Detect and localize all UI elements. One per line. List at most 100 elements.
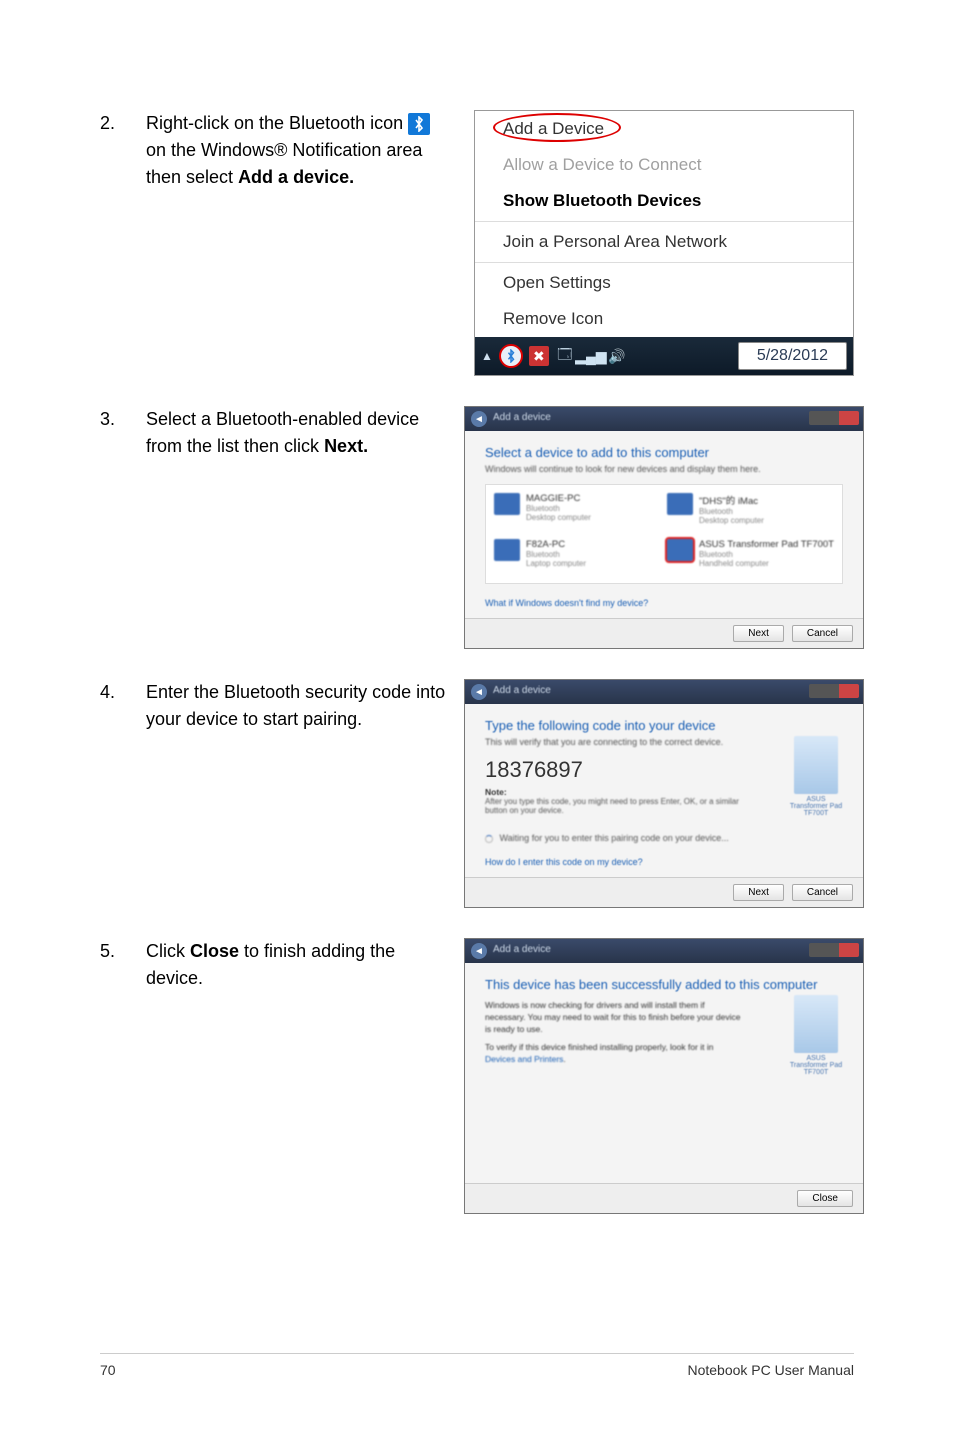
device-caption: ASUS Transformer Pad TF700T	[787, 796, 845, 817]
device-name: ASUS Transformer Pad TF700T	[699, 539, 834, 550]
help-link[interactable]: How do I enter this code on my device?	[485, 857, 843, 867]
device-image	[794, 736, 838, 794]
pair-dialog-screenshot: ◄ Add a device Type the following code i…	[464, 679, 864, 908]
bluetooth-icon	[408, 113, 430, 135]
battery-tray-icon[interactable]: 🗔	[555, 346, 575, 366]
device-kind: Handheld computer	[699, 559, 834, 568]
taskbar: ▲ ✖ 🗔 ▂▄▆ 🔊 5/28/2012	[475, 337, 853, 375]
menu-item-allow-connect: Allow a Device to Connect	[475, 147, 853, 183]
step-number: 2.	[100, 110, 128, 376]
dialog-footer: Next Cancel	[465, 877, 863, 907]
device-kind: Desktop computer	[699, 516, 764, 525]
step-text: Right-click on the Bluetooth icon on the…	[146, 110, 446, 376]
device-name: MAGGIE-PC	[526, 493, 591, 504]
pair-dialog: ◄ Add a device Type the following code i…	[464, 679, 864, 908]
device-image	[794, 995, 838, 1053]
text-fragment: Select a Bluetooth-enabled device from t…	[146, 409, 419, 456]
breadcrumb: Add a device	[493, 944, 551, 955]
note-text: After you type this code, you might need…	[485, 797, 745, 815]
computer-icon	[667, 539, 693, 561]
page-number: 70	[100, 1362, 116, 1378]
dialog-heading: Type the following code into your device	[485, 718, 843, 733]
dialog-subheading: Windows will continue to look for new de…	[485, 464, 843, 474]
step-4: 4. Enter the Bluetooth security code int…	[100, 679, 854, 908]
done-dialog-screenshot: ◄ Add a device This device has been succ…	[464, 938, 864, 1214]
text-fragment: To verify if this device finished instal…	[485, 1042, 714, 1052]
cancel-button[interactable]: Cancel	[792, 884, 853, 901]
add-device-dialog-screenshot: ◄ Add a device Select a device to add to…	[464, 406, 864, 649]
dialog-titlebar: ◄ Add a device	[465, 407, 863, 431]
network-tray-icon[interactable]: ▂▄▆	[581, 346, 601, 366]
step-number: 5.	[100, 938, 128, 1214]
antivirus-tray-icon[interactable]: ✖	[529, 346, 549, 366]
device-kind: Laptop computer	[526, 559, 586, 568]
text-bold: Add a device.	[238, 167, 354, 187]
dialog-titlebar: ◄ Add a device	[465, 680, 863, 704]
help-link[interactable]: What if Windows doesn't find my device?	[485, 598, 843, 608]
device-preview: ASUS Transformer Pad TF700T	[787, 736, 845, 817]
menu-item-show-devices[interactable]: Show Bluetooth Devices	[475, 183, 853, 219]
menu-item-add-device[interactable]: Add a Device	[475, 111, 853, 147]
tray-expand-icon[interactable]: ▲	[481, 349, 493, 363]
devices-printers-link[interactable]: Devices and Printers	[485, 1054, 563, 1064]
menu-item-open-settings[interactable]: Open Settings	[475, 265, 853, 301]
dialog-titlebar: ◄ Add a device	[465, 939, 863, 963]
step-number: 4.	[100, 679, 128, 908]
bluetooth-tray-icon[interactable]	[499, 344, 523, 368]
step-3: 3. Select a Bluetooth-enabled device fro…	[100, 406, 854, 649]
volume-tray-icon[interactable]: 🔊	[607, 346, 627, 366]
close-button[interactable]: Close	[797, 1190, 853, 1207]
back-icon[interactable]: ◄	[471, 943, 487, 959]
device-item[interactable]: "DHS"的 iMac Bluetooth Desktop computer	[667, 493, 834, 533]
dialog-heading: This device has been successfully added …	[485, 977, 843, 992]
add-device-dialog: ◄ Add a device Select a device to add to…	[464, 406, 864, 649]
device-kind: Desktop computer	[526, 513, 591, 522]
device-caption: ASUS Transformer Pad TF700T	[787, 1055, 845, 1076]
device-type: Bluetooth	[526, 550, 586, 559]
dialog-heading: Select a device to add to this computer	[485, 445, 843, 460]
device-type: Bluetooth	[526, 504, 591, 513]
page-footer: 70 Notebook PC User Manual	[100, 1353, 854, 1378]
spinner-icon	[485, 835, 493, 843]
bluetooth-context-menu: Add a Device Allow a Device to Connect S…	[474, 110, 854, 376]
success-line2: To verify if this device finished instal…	[485, 1042, 745, 1066]
back-icon[interactable]: ◄	[471, 411, 487, 427]
device-name: F82A-PC	[526, 539, 586, 550]
waiting-label: Waiting for you to enter this pairing co…	[500, 833, 729, 843]
computer-icon	[494, 539, 520, 561]
next-button[interactable]: Next	[733, 625, 784, 642]
menu-separator	[475, 262, 853, 263]
breadcrumb: Add a device	[493, 412, 551, 423]
taskbar-clock[interactable]: 5/28/2012	[738, 342, 847, 370]
next-button[interactable]: Next	[733, 884, 784, 901]
text-fragment: Right-click on the Bluetooth icon	[146, 113, 408, 133]
step-2: 2. Right-click on the Bluetooth icon on …	[100, 110, 854, 376]
step-5: 5. Click Close to finish adding the devi…	[100, 938, 854, 1214]
device-list: MAGGIE-PC Bluetooth Desktop computer "DH…	[485, 484, 843, 584]
cancel-button[interactable]: Cancel	[792, 625, 853, 642]
computer-icon	[494, 493, 520, 515]
device-item[interactable]: MAGGIE-PC Bluetooth Desktop computer	[494, 493, 661, 533]
computer-icon	[667, 493, 693, 515]
device-type: Bluetooth	[699, 550, 834, 559]
menu-item-label: Add a Device	[503, 119, 604, 138]
dialog-footer: Close	[465, 1183, 863, 1213]
device-preview: ASUS Transformer Pad TF700T	[787, 995, 845, 1076]
text-bold: Close	[190, 941, 239, 961]
step-text: Click Close to finish adding the device.	[146, 938, 446, 1214]
done-dialog: ◄ Add a device This device has been succ…	[464, 938, 864, 1214]
step-text: Select a Bluetooth-enabled device from t…	[146, 406, 446, 649]
menu-separator	[475, 221, 853, 222]
text-bold: Next.	[324, 436, 368, 456]
step-number: 3.	[100, 406, 128, 649]
menu-item-remove-icon[interactable]: Remove Icon	[475, 301, 853, 337]
context-menu-screenshot: Add a Device Allow a Device to Connect S…	[464, 110, 854, 376]
device-item[interactable]: F82A-PC Bluetooth Laptop computer	[494, 539, 661, 576]
device-name: "DHS"的 iMac	[699, 493, 764, 507]
device-item[interactable]: ASUS Transformer Pad TF700T Bluetooth Ha…	[667, 539, 834, 576]
dialog-footer: Next Cancel	[465, 618, 863, 648]
success-line1: Windows is now checking for drivers and …	[485, 1000, 745, 1036]
footer-title: Notebook PC User Manual	[687, 1362, 854, 1378]
back-icon[interactable]: ◄	[471, 684, 487, 700]
menu-item-join-pan[interactable]: Join a Personal Area Network	[475, 224, 853, 260]
